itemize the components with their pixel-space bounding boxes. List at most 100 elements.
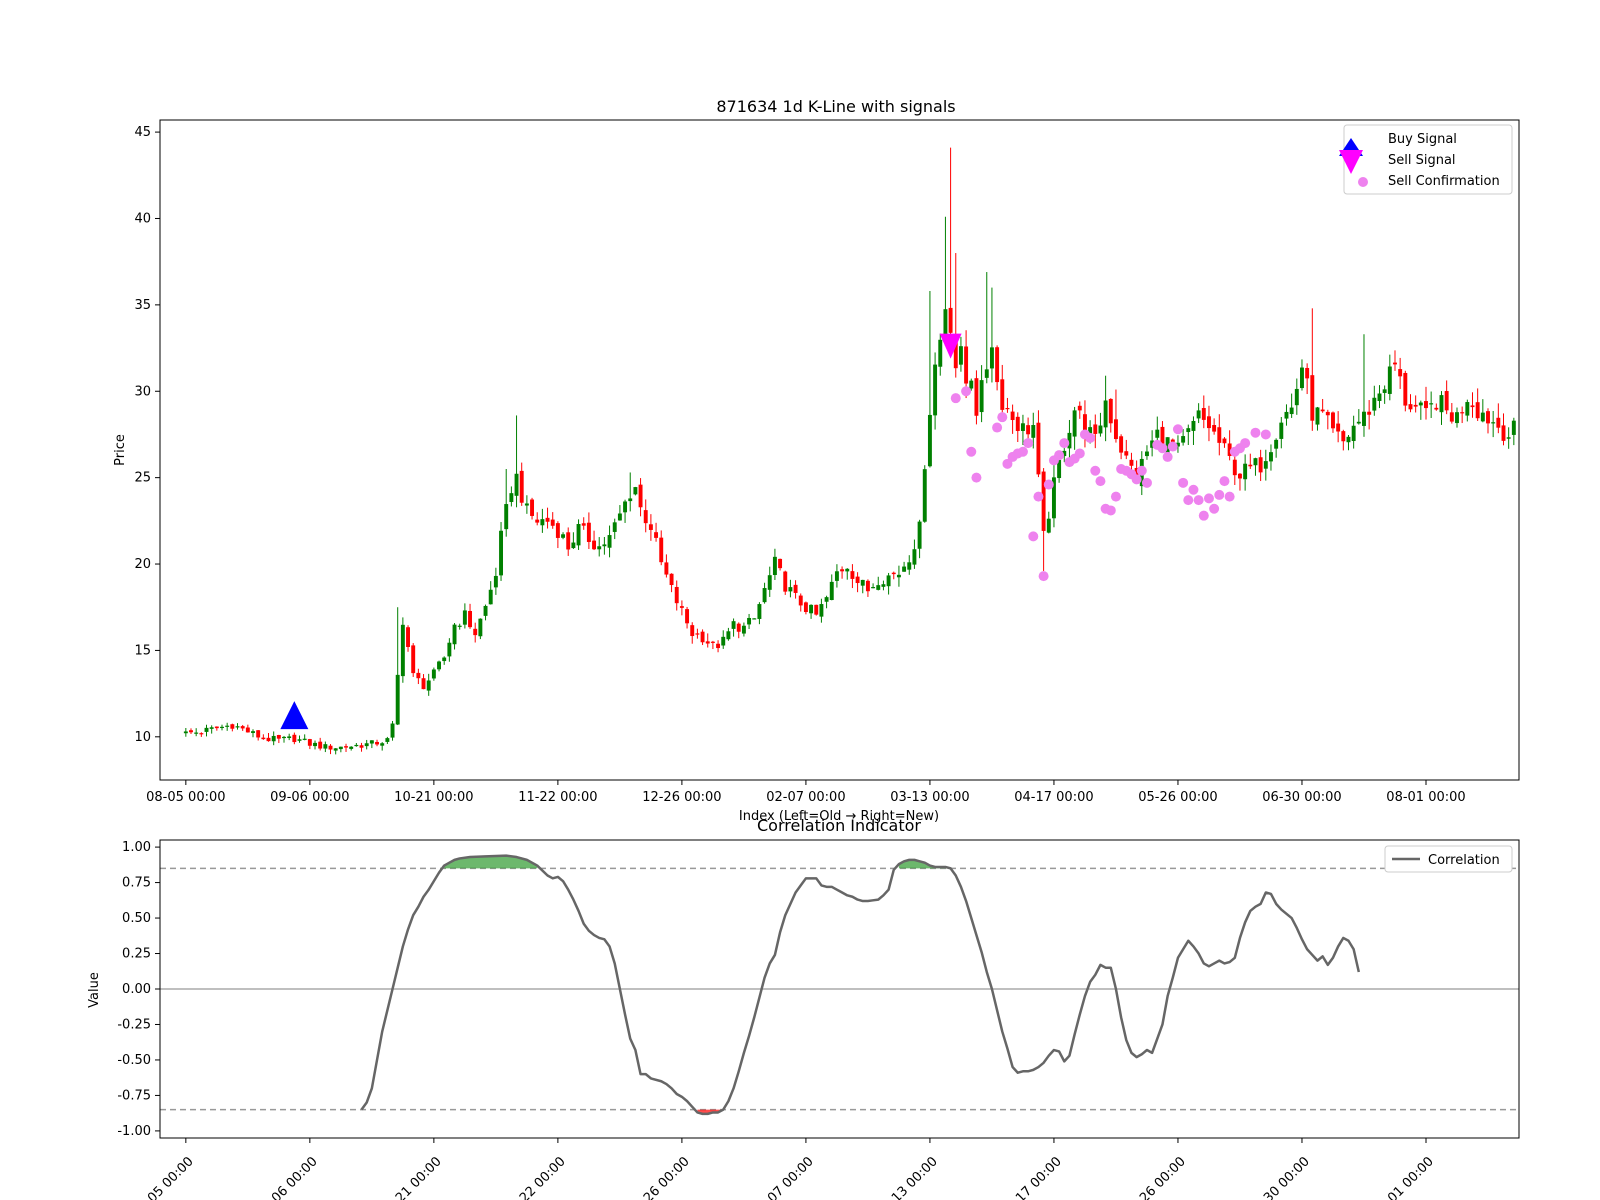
candle-body	[896, 574, 901, 578]
sell-confirmation-point	[1074, 448, 1085, 459]
candle-body	[1439, 395, 1444, 413]
candle-body	[710, 641, 715, 643]
candle-body	[1331, 412, 1335, 429]
candle-body	[824, 597, 829, 602]
kline-ytick-label: 45	[134, 125, 151, 140]
candle-body	[359, 745, 364, 748]
kline-y-ticks: 10 15 20 25 30 35 40 45	[134, 125, 160, 745]
candle-body	[1181, 436, 1186, 443]
candle-body	[292, 734, 297, 743]
candle-body	[803, 602, 808, 613]
candle-body	[752, 618, 757, 620]
candle-body	[457, 625, 462, 627]
candle-body	[504, 504, 509, 530]
sell-confirmation-point	[1167, 441, 1178, 452]
candle-body	[276, 734, 281, 739]
candle-body	[922, 469, 927, 522]
sell-confirmation-point	[1203, 493, 1214, 504]
kline-legend: Buy Signal Sell Signal Sell Confirmation	[1339, 124, 1513, 195]
candle-body	[659, 537, 664, 563]
candle-body	[1480, 412, 1485, 422]
candle-body	[1232, 459, 1237, 476]
correlation-line	[360, 854, 1361, 1116]
candle-body	[307, 739, 312, 746]
candle-body	[958, 346, 963, 365]
correlation-xtick-label: 06-30 00:00	[1246, 1154, 1313, 1200]
candle-body	[271, 735, 276, 742]
candle-body	[519, 470, 524, 503]
correlation-ytick-label: 0.50	[122, 911, 151, 926]
candle-body	[612, 522, 617, 532]
candle-body	[809, 604, 814, 614]
kline-xtick-label: 04-17 00:00	[1014, 790, 1093, 805]
candle-body	[1362, 411, 1366, 426]
kline-ytick-label: 15	[134, 643, 151, 658]
candle-body	[1289, 407, 1294, 415]
correlation-ytick-label: -0.25	[117, 1017, 151, 1032]
candle-body	[1372, 397, 1377, 411]
candle-body	[550, 519, 555, 526]
sell-confirmation-point	[997, 412, 1008, 423]
legend-buy-signal: Buy Signal	[1388, 132, 1457, 147]
candle-body	[969, 380, 974, 389]
candle-body	[628, 498, 633, 502]
candle-body	[1418, 402, 1423, 406]
kline-xtick-label: 03-13 00:00	[890, 790, 969, 805]
candle-body	[1041, 471, 1046, 531]
candle-body	[1325, 411, 1330, 416]
sell-confirmation-point	[1085, 432, 1096, 443]
candle-body	[1186, 428, 1191, 433]
sell-confirmation-point	[1157, 443, 1168, 454]
candle-body	[984, 369, 989, 378]
candle-body	[535, 519, 540, 523]
candle-body	[385, 738, 390, 742]
candle-body	[1217, 427, 1222, 443]
correlation-threshold-fills	[444, 855, 951, 1114]
legend-sell-confirmation: Sell Confirmation	[1388, 174, 1500, 189]
candle-body	[1506, 437, 1511, 439]
candle-body	[716, 643, 721, 649]
candle-body	[1046, 518, 1051, 533]
candle-body	[416, 672, 421, 679]
kline-xtick-label: 08-01 00:00	[1386, 790, 1465, 805]
candle-body	[1113, 419, 1118, 440]
candle-body	[478, 618, 483, 637]
candle-body	[1119, 436, 1124, 453]
candle-body	[576, 524, 581, 546]
candle-body	[1103, 400, 1108, 428]
candle-body	[907, 562, 912, 570]
candle-body	[473, 628, 478, 636]
sell-confirmation-point	[1033, 491, 1044, 502]
candle-body	[530, 499, 535, 516]
kline-ytick-label: 30	[134, 384, 151, 399]
candle-body	[685, 609, 690, 624]
candle-body	[721, 636, 726, 646]
candle-body	[1191, 420, 1196, 431]
candle-body	[597, 546, 602, 550]
candle-body	[483, 605, 488, 616]
candle-body	[829, 581, 834, 601]
candle-body	[798, 595, 803, 606]
candle-body	[437, 661, 441, 670]
candle-body	[426, 680, 431, 691]
correlation-xtick-label: 02-07 00:00	[750, 1154, 817, 1200]
candle-body	[912, 549, 917, 565]
candle-body	[586, 522, 591, 542]
candle-body	[762, 588, 767, 603]
candle-body	[700, 631, 705, 643]
candle-body	[240, 726, 245, 729]
candle-body	[1258, 457, 1263, 473]
sell-confirmation-point	[1183, 495, 1194, 506]
sell-confirmation-point	[1172, 424, 1183, 435]
kline-chart: 871634 1d K-Line with signals 10 15 20 25 30…	[113, 97, 1520, 824]
candle-body	[1015, 416, 1020, 431]
candle-body	[1449, 412, 1454, 422]
candle-body	[297, 739, 302, 741]
candle-body	[1460, 412, 1465, 414]
candle-body	[509, 493, 514, 503]
candle-body	[1243, 463, 1248, 480]
candle-body	[1305, 367, 1310, 379]
candle-body	[1315, 407, 1320, 425]
candle-body	[380, 743, 385, 746]
kline-xtick-label: 10-21 00:00	[394, 790, 473, 805]
